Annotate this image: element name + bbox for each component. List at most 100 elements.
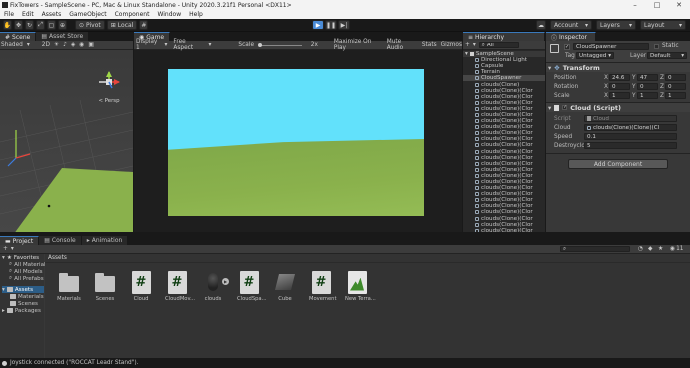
menu-item-gameobject[interactable]: GameObject [65, 11, 110, 18]
menu-item-assets[interactable]: Assets [38, 11, 66, 18]
asset-item[interactable]: Scenes [93, 271, 117, 302]
asset-item[interactable]: New Terra... [345, 270, 376, 302]
tab-project[interactable]: ▬ Project [0, 236, 40, 245]
move-tool-button[interactable]: ✥ [14, 20, 23, 30]
tag-dropdown[interactable]: Untagged ▾ [576, 52, 614, 59]
breadcrumb[interactable]: Assets [45, 254, 690, 263]
static-checkbox[interactable] [654, 44, 659, 49]
hand-tool-button[interactable]: ✋ [3, 20, 12, 30]
layout-dropdown[interactable]: Layout ▾ [640, 20, 686, 30]
account-dropdown[interactable]: Account ▾ [550, 20, 592, 30]
rotate-tool-button[interactable]: ↻ [25, 20, 34, 30]
menu-item-window[interactable]: Window [153, 11, 185, 18]
asset-item[interactable]: # CloudMov... [165, 270, 195, 302]
layer-dropdown[interactable]: Default ▾ [647, 52, 687, 59]
grid-snap-button[interactable]: # [139, 20, 149, 30]
expand-arrow-icon[interactable]: ▶ [222, 278, 229, 285]
favorite-item[interactable]: ⌕ All Materials [2, 261, 49, 268]
gizmos-dropdown[interactable]: Gizmos [441, 42, 462, 48]
menu-item-component[interactable]: Component [111, 11, 154, 18]
hierarchy-item[interactable]: clouds(Clone)(Clor [463, 228, 545, 232]
effects-toggle-icon[interactable]: ◈ [71, 42, 75, 48]
menu-item-help[interactable]: Help [185, 11, 207, 18]
favorite-star-icon[interactable]: ★ [658, 246, 663, 252]
expand-arrow-icon[interactable]: ▾ [548, 64, 551, 72]
pause-button[interactable]: ❚❚ [325, 20, 337, 30]
play-button[interactable]: ▶ [312, 20, 324, 30]
asset-item[interactable]: # Movement [309, 270, 336, 302]
add-component-button[interactable]: Add Component [568, 159, 668, 169]
expand-arrow-icon[interactable]: ▾ [548, 104, 551, 112]
transform-header[interactable]: ▾ ✥ Transform [546, 63, 690, 72]
scale-slider[interactable] [258, 42, 302, 47]
step-button[interactable]: ▶| [338, 20, 350, 30]
asset-folder-item[interactable]: Materials [2, 293, 44, 300]
filter-label-icon[interactable]: ◆ [648, 246, 652, 252]
local-toggle[interactable]: ⊞ Local [106, 20, 138, 30]
maximize-button[interactable]: □ [646, 1, 668, 9]
lighting-toggle-icon[interactable]: ☀ [54, 42, 59, 48]
assets-root-item[interactable]: ▾ Assets [2, 286, 44, 293]
close-button[interactable]: ✕ [668, 1, 690, 9]
scene-viewport[interactable]: < Persp [0, 50, 133, 232]
orientation-gizmo[interactable]: < Persp [98, 71, 120, 104]
position-x-input[interactable]: 24.6 [609, 74, 630, 81]
asset-item[interactable]: Materials [57, 271, 81, 302]
script-header[interactable]: ▾ ✓ Cloud (Script) [546, 103, 690, 112]
position-z-input[interactable]: 0 [665, 74, 686, 81]
tab-scene[interactable]: # Scene [0, 32, 37, 41]
stats-toggle[interactable]: Stats [422, 42, 437, 48]
menu-item-edit[interactable]: Edit [18, 11, 38, 18]
maximize-on-play-toggle[interactable]: Maximize On Play [334, 39, 383, 51]
object-name-field[interactable]: CloudSpawner [573, 43, 649, 50]
expand-arrow-icon[interactable]: ▾ [2, 255, 5, 261]
rotation-z-input[interactable]: 0 [665, 83, 686, 90]
create-button[interactable]: + [465, 42, 470, 48]
menu-item-file[interactable]: File [0, 11, 18, 18]
tab-asset-store[interactable]: ▤ Asset Store [36, 32, 90, 41]
transform-tool-button[interactable]: ⊕ [58, 20, 67, 30]
active-checkbox[interactable]: ✓ [564, 44, 570, 50]
asset-item[interactable]: # Cloud [129, 270, 153, 302]
favorite-item[interactable]: ⌕ All Models [2, 268, 44, 275]
filter-type-icon[interactable]: ◔ [638, 246, 643, 252]
scale-x-input[interactable]: 1 [609, 92, 630, 99]
shading-mode-dropdown[interactable]: Shaded [1, 42, 23, 48]
asset-item[interactable]: ▶ clouds [201, 271, 229, 302]
favorite-item[interactable]: ⌕ All Prefabs [2, 275, 44, 282]
scale-z-input[interactable]: 1 [665, 92, 686, 99]
rotation-y-input[interactable]: 0 [637, 83, 658, 90]
project-search-input[interactable]: ⌕ [560, 246, 630, 252]
display-dropdown[interactable]: Display 1 [136, 39, 162, 51]
hierarchy-search-input[interactable]: ⌕ All [478, 42, 519, 48]
persp-label[interactable]: < Persp [98, 98, 120, 104]
aspect-dropdown[interactable]: Free Aspect [173, 39, 205, 51]
cloud-object-field[interactable]: clouds(Clone)(Clone)(Cl [584, 124, 677, 131]
destroycloud-input[interactable]: 5 [584, 142, 677, 149]
scale-slider-handle[interactable] [258, 42, 263, 47]
collapse-arrow-icon[interactable]: ▸ [2, 308, 5, 314]
packages-item[interactable]: ▸ Packages [2, 307, 44, 314]
camera-icon[interactable]: ▣ [88, 42, 93, 48]
tab-hierarchy[interactable]: ≡ Hierarchy [463, 32, 545, 41]
tab-console[interactable]: ▤ Console [39, 236, 82, 245]
collab-button[interactable]: ☁ [536, 20, 546, 30]
pivot-toggle[interactable]: ⊙ Pivot [75, 20, 105, 30]
create-asset-button[interactable]: + [3, 246, 8, 252]
expand-arrow-icon[interactable]: ▾ [465, 51, 468, 57]
mute-audio-toggle[interactable]: Mute Audio [387, 39, 418, 51]
minimize-button[interactable]: – [624, 1, 646, 9]
scale-y-input[interactable]: 1 [637, 92, 658, 99]
tab-inspector[interactable]: ⓘ Inspector [546, 32, 596, 42]
expand-arrow-icon[interactable]: ▾ [2, 287, 5, 293]
audio-toggle-icon[interactable]: ♪ [63, 42, 67, 48]
rect-tool-button[interactable]: ▢ [47, 20, 56, 30]
game-viewport[interactable] [168, 69, 424, 216]
asset-item[interactable]: Cube [273, 271, 297, 302]
scale-tool-button[interactable]: ⤢ [36, 20, 45, 30]
mode-2d-toggle[interactable]: 2D [42, 42, 50, 48]
layers-dropdown[interactable]: Layers ▾ [596, 20, 636, 30]
asset-item[interactable]: # CloudSpa... [237, 270, 267, 302]
asset-folder-item[interactable]: Scenes [2, 300, 44, 307]
tab-animation[interactable]: ▸ Animation [81, 236, 129, 245]
